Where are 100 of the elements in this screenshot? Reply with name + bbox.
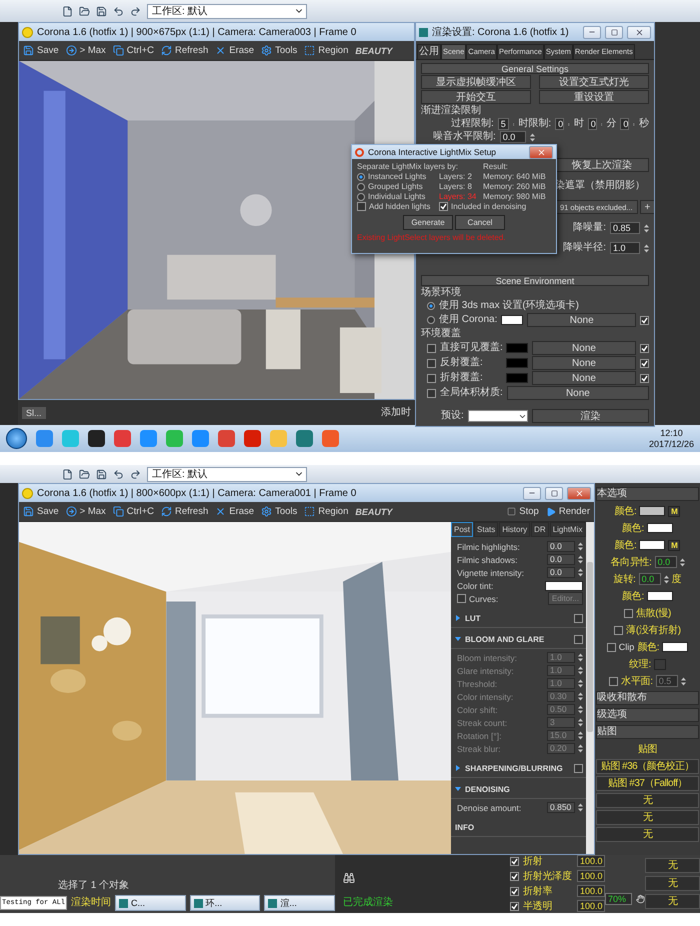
tools-button[interactable]: Tools	[261, 506, 298, 517]
file-icon[interactable]	[62, 6, 73, 16]
checkbox[interactable]	[427, 344, 436, 352]
color-swatch[interactable]	[506, 358, 528, 368]
section-header[interactable]: 本选项	[596, 487, 699, 501]
dialog-button[interactable]: Generate	[403, 215, 453, 230]
map-button[interactable]: None	[506, 386, 649, 400]
send-to-max-button[interactable]: > Max	[66, 45, 106, 56]
section-title[interactable]: LUT	[465, 614, 570, 622]
value-field[interactable]: 0.0	[638, 573, 661, 585]
radio-button[interactable]	[427, 316, 435, 324]
section-title[interactable]: DENOISING	[465, 784, 583, 794]
checkbox[interactable]	[510, 902, 519, 910]
workspace-dropdown[interactable]: 工作区: 默认	[147, 466, 307, 482]
spinner-arrows-icon[interactable]	[578, 666, 583, 675]
radio-button[interactable]	[357, 182, 365, 190]
spinner-arrows-icon[interactable]	[680, 676, 686, 686]
task-button[interactable]: C...	[115, 895, 186, 911]
checkbox[interactable]	[606, 642, 616, 652]
checkbox-option[interactable]: Included in denoising	[439, 202, 551, 211]
value-field[interactable]: 0.0	[500, 131, 526, 143]
binoculars-icon[interactable]	[343, 872, 355, 884]
map-slot[interactable]: 无	[596, 792, 699, 808]
map-slot[interactable]: 贴图 #37（Falloff）	[596, 776, 699, 790]
color-swatch[interactable]	[662, 642, 688, 652]
value-field[interactable]: 0	[588, 118, 597, 130]
checkbox[interactable]	[427, 388, 436, 398]
map-slot[interactable]: 无	[596, 826, 699, 842]
section-header[interactable]: 贴图	[596, 725, 699, 739]
value-field[interactable]: 0.0	[547, 567, 575, 578]
spinner-arrows-icon[interactable]	[578, 731, 583, 740]
triangle-icon[interactable]	[455, 765, 461, 771]
spinner-arrows-icon[interactable]	[578, 718, 583, 727]
checkbox[interactable]	[574, 634, 583, 644]
value-field[interactable]: 100.0	[577, 885, 605, 897]
value-field[interactable]: 1.0	[610, 242, 640, 254]
value-field[interactable]: 100.0	[577, 855, 605, 867]
minimize-button[interactable]	[583, 26, 601, 38]
checkbox[interactable]	[574, 614, 583, 622]
color-swatch[interactable]	[501, 315, 524, 325]
color-swatch[interactable]	[639, 506, 666, 516]
section-title[interactable]: BLOOM AND GLARE	[465, 634, 570, 644]
checkbox-option[interactable]: Add hidden lights	[357, 202, 439, 211]
checkbox[interactable]	[427, 358, 436, 368]
triangle-icon[interactable]	[455, 786, 461, 792]
save-icon[interactable]	[96, 6, 107, 16]
render-button[interactable]: Render	[546, 506, 590, 517]
save-icon[interactable]	[96, 468, 107, 480]
color-swatch[interactable]	[506, 373, 528, 383]
radio-button[interactable]	[357, 172, 365, 180]
color-swatch[interactable]	[506, 343, 528, 353]
spinner-arrows-icon[interactable]	[644, 244, 649, 252]
radio-button[interactable]	[427, 302, 435, 310]
settings-button[interactable]: 设置交互式灯光	[539, 75, 649, 89]
map-button[interactable]: M	[668, 506, 680, 516]
spinner-arrows-icon[interactable]	[578, 555, 583, 564]
settings-button[interactable]: 重设设置	[539, 90, 649, 104]
checkbox[interactable]	[574, 764, 583, 772]
value-field[interactable]: 0.85	[610, 222, 640, 234]
tab[interactable]: 公用	[417, 44, 441, 59]
refresh-button[interactable]: Refresh	[160, 45, 208, 56]
triangle-icon[interactable]	[455, 636, 461, 642]
dialog-button[interactable]: Cancel	[455, 215, 505, 230]
spinner-arrows-icon[interactable]	[680, 558, 685, 566]
refresh-button[interactable]: Refresh	[160, 506, 208, 517]
spinner-arrows-icon[interactable]	[578, 705, 583, 714]
taskbar-tab[interactable]: Sl...	[22, 406, 46, 418]
value-field[interactable]: 0.0	[547, 541, 575, 552]
checkbox[interactable]	[609, 676, 618, 686]
map-button[interactable]: M	[668, 540, 680, 550]
value-field[interactable]: 0.0	[547, 554, 575, 565]
tab[interactable]: History	[499, 522, 530, 537]
tab[interactable]: LightMix	[550, 522, 586, 537]
value-field[interactable]: 100.0	[577, 870, 605, 882]
map-button[interactable]: None	[527, 313, 636, 327]
maximize-button[interactable]	[605, 26, 623, 38]
value-field[interactable]: 0	[620, 118, 630, 130]
workspace-dropdown[interactable]: 工作区: 默认	[147, 4, 307, 18]
checkbox[interactable]	[624, 608, 633, 618]
color-swatch[interactable]	[646, 523, 673, 533]
spinner-arrows-icon[interactable]	[578, 653, 583, 662]
section-title[interactable]: SHARPENING/BLURRING	[465, 764, 570, 772]
task-button[interactable]: 渲...	[264, 895, 335, 911]
task-button[interactable]: 环...	[190, 895, 260, 911]
redo-icon[interactable]	[130, 6, 141, 16]
send-to-max-button[interactable]: > Max	[66, 506, 106, 517]
tab[interactable]: DR	[531, 522, 549, 537]
erase-button[interactable]: Erase	[215, 506, 254, 517]
spinner-arrows-icon[interactable]	[578, 679, 583, 688]
map-slot[interactable]: 无	[645, 876, 700, 891]
maximize-button[interactable]	[545, 486, 563, 500]
spinner-arrows-icon[interactable]	[578, 542, 583, 551]
settings-button[interactable]: 开始交互	[421, 90, 531, 104]
checkbox[interactable]	[457, 594, 466, 603]
checkbox[interactable]	[640, 344, 649, 352]
stop-button[interactable]: Stop	[507, 506, 539, 517]
settings-button[interactable]: 显示虚拟帧缓冲区	[421, 75, 531, 89]
spinner-arrows-icon[interactable]	[530, 132, 535, 142]
minimize-button[interactable]	[523, 486, 541, 500]
section-header[interactable]: General Settings	[421, 63, 649, 74]
